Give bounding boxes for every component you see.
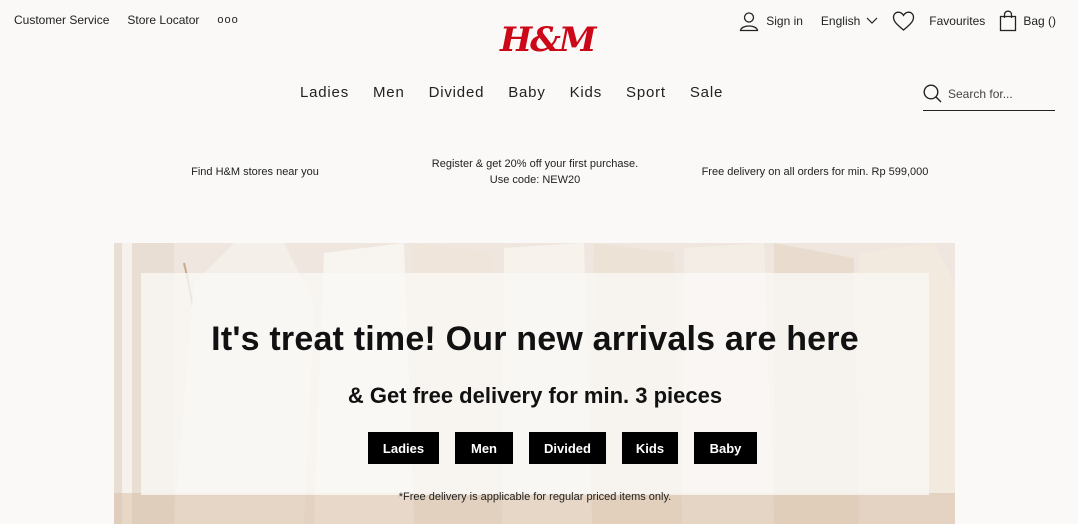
hero-button-kids[interactable]: Kids	[622, 432, 678, 464]
register-promo[interactable]: Register & get 20% off your first purcha…	[400, 156, 670, 188]
shopping-bag-icon	[1000, 10, 1017, 32]
hero-category-buttons: Ladies Men Divided Kids Baby	[368, 432, 757, 464]
nav-item-kids[interactable]: Kids	[570, 84, 602, 101]
hero-button-ladies[interactable]: Ladies	[368, 432, 439, 464]
utility-links: Customer Service Store Locator ooo	[14, 13, 239, 27]
nav-item-sale[interactable]: Sale	[690, 84, 723, 101]
hero-subtitle: & Get free delivery for min. 3 pieces	[347, 383, 723, 408]
bag-label: Bag ()	[1023, 14, 1056, 28]
account-links: Sign in English Favourites Bag ()	[738, 10, 1056, 32]
search-input[interactable]	[948, 87, 1048, 101]
store-finder-promo[interactable]: Find H&M stores near you	[150, 164, 360, 180]
register-promo-line1: Register & get 20% off your first purcha…	[431, 158, 639, 170]
sign-in-label: Sign in	[766, 14, 803, 28]
hero-title: It's treat time! Our new arrivals are he…	[211, 320, 859, 358]
heart-icon	[893, 11, 915, 31]
main-nav: Ladies Men Divided Baby Kids Sport Sale	[300, 84, 723, 101]
bag-button[interactable]: Bag ()	[999, 10, 1056, 32]
nav-item-baby[interactable]: Baby	[508, 84, 545, 101]
favourites-button[interactable]: Favourites	[892, 11, 985, 32]
hero-button-divided[interactable]: Divided	[529, 432, 606, 464]
search-bar	[923, 84, 1055, 111]
hero-button-baby[interactable]: Baby	[694, 432, 757, 464]
search-icon[interactable]	[923, 84, 942, 103]
language-label: English	[820, 14, 861, 28]
nav-item-sport[interactable]: Sport	[626, 84, 666, 101]
free-delivery-note: *Free delivery is applicable for regular…	[398, 491, 672, 503]
hm-logo[interactable]: H&M	[500, 18, 596, 62]
nav-item-ladies[interactable]: Ladies	[300, 84, 349, 101]
sign-in-button[interactable]: Sign in	[738, 10, 803, 32]
more-menu-button[interactable]: ooo	[217, 14, 238, 26]
hero-banner: It's treat time! Our new arrivals are he…	[114, 243, 955, 524]
store-locator-link[interactable]: Store Locator	[127, 13, 199, 27]
register-promo-code: Use code: NEW20	[489, 174, 581, 186]
customer-service-link[interactable]: Customer Service	[14, 13, 109, 27]
hero-content: It's treat time! Our new arrivals are he…	[141, 273, 929, 503]
language-selector[interactable]: English	[821, 14, 878, 28]
chevron-down-icon	[866, 17, 878, 24]
free-delivery-promo[interactable]: Free delivery on all orders for min. Rp …	[690, 164, 940, 180]
nav-item-divided[interactable]: Divided	[429, 84, 485, 101]
hero-button-men[interactable]: Men	[455, 432, 513, 464]
nav-item-men[interactable]: Men	[373, 84, 405, 101]
user-icon	[739, 12, 759, 32]
favourites-label: Favourites	[929, 14, 986, 28]
